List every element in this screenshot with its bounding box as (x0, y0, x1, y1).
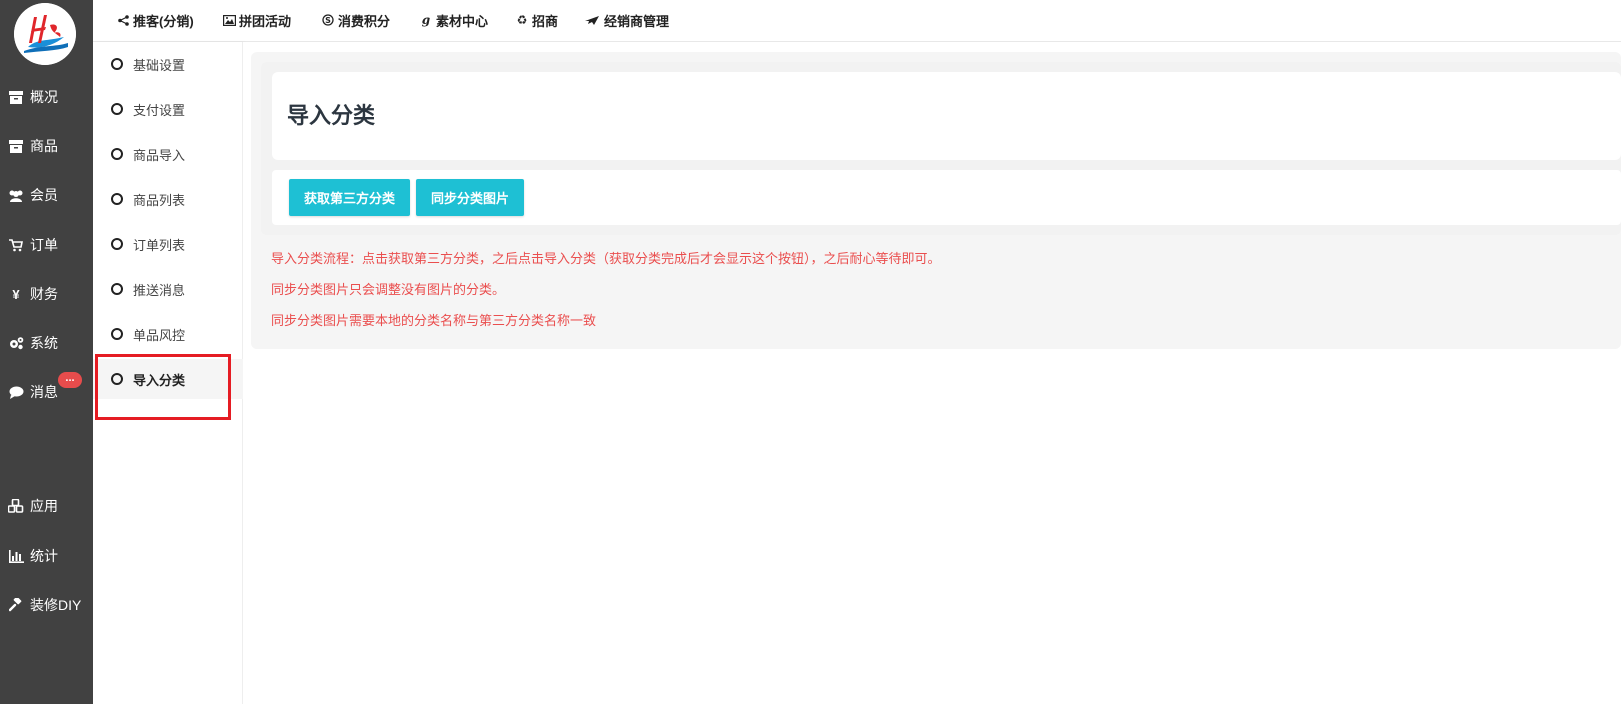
archive-icon (8, 89, 24, 105)
subnav-item-label: 订单列表 (133, 237, 186, 253)
sidebar-item-label: 财务 (30, 286, 58, 302)
circle-icon (111, 148, 123, 160)
topnav-item-label: 推客(分销) (133, 13, 194, 29)
plane-icon (584, 13, 601, 27)
topnav-item-merchants[interactable]: ♻ 招商 (515, 0, 558, 40)
sidebar-item-orders[interactable]: 订单 (0, 230, 93, 260)
topnav-item-points[interactable]: S 消费积分 (321, 0, 390, 40)
topnav-item-label: 经销商管理 (604, 13, 670, 29)
sidebar-item-label: 会员 (30, 187, 58, 203)
circle-icon (111, 193, 123, 205)
recycle-icon: ♻ (516, 13, 528, 27)
subnav-item-label: 单品风控 (133, 327, 186, 343)
gittip-icon: g (421, 13, 431, 27)
sidebar-item-finance[interactable]: ¥ 财务 (0, 279, 93, 309)
topnav-item-distribution[interactable]: 推客(分销) (116, 0, 194, 40)
sidebar-item-statistics[interactable]: 统计 (0, 541, 93, 571)
sidebar-item-label: 装修DIY (30, 597, 82, 613)
subnav-item-label: 基础设置 (133, 57, 186, 73)
subnav-item-label: 支付设置 (133, 102, 186, 118)
note-sync-requirement: 同步分类图片需要本地的分类名称与第三方分类名称一致 (271, 313, 597, 328)
cart-icon (8, 237, 24, 253)
sidebar-item-system[interactable]: 系统 (0, 328, 93, 358)
circle-icon (111, 328, 123, 340)
sync-category-images-button[interactable]: 同步分类图片 (416, 179, 524, 216)
sidebar-item-products[interactable]: 商品 (0, 131, 93, 161)
skype-icon: S (321, 13, 335, 27)
cubes-icon (8, 498, 24, 514)
gavel-icon (8, 597, 24, 613)
subnav-item-label: 商品导入 (133, 147, 186, 163)
sidebar-item-members[interactable]: 会员 (0, 180, 93, 210)
circle-icon (111, 238, 123, 250)
main-sidebar: 概况 商品 会员 订单 ¥ 财务 系统 消息 ... 应用 统计 装修DIY (0, 0, 93, 704)
sidebar-item-label: 统计 (30, 548, 58, 564)
sidebar-item-label: 消息 (30, 384, 58, 400)
sidebar-item-label: 概况 (30, 89, 58, 105)
topnav-item-label: 消费积分 (338, 13, 391, 29)
page-title: 导入分类 (287, 103, 376, 128)
users-icon (8, 187, 24, 203)
yen-icon: ¥ (12, 286, 20, 302)
note-import-flow: 导入分类流程：点击获取第三方分类，之后点击导入分类（获取分类完成后才会显示这个按… (271, 251, 941, 266)
archive-icon (8, 138, 24, 154)
svg-text:S: S (325, 16, 331, 25)
topnav-item-group-buy[interactable]: 拼团活动 (222, 0, 291, 40)
subnav-item-product-import[interactable]: 商品导入 (93, 134, 243, 174)
sidebar-item-label: 商品 (30, 138, 58, 154)
subnav-item-push-messages[interactable]: 推送消息 (93, 269, 243, 309)
subnav-item-product-list[interactable]: 商品列表 (93, 179, 243, 219)
title-card (272, 72, 1621, 160)
highlight-annotation-box (95, 354, 231, 420)
topnav-item-label: 招商 (532, 13, 559, 29)
logo-graphic (14, 3, 76, 65)
image-icon (222, 13, 236, 27)
topnav-item-label: 拼团活动 (239, 13, 292, 29)
subnav-item-label: 商品列表 (133, 192, 186, 208)
circle-icon (111, 103, 123, 115)
subnav-item-payment-settings[interactable]: 支付设置 (93, 89, 243, 129)
subnav-item-order-list[interactable]: 订单列表 (93, 224, 243, 264)
sidebar-item-label: 系统 (30, 335, 58, 351)
brand-logo[interactable] (14, 3, 76, 65)
sidebar-item-apps[interactable]: 应用 (0, 491, 93, 521)
circle-icon (111, 283, 123, 295)
circle-icon (111, 58, 123, 70)
sidebar-item-label: 订单 (30, 237, 58, 253)
subnav-item-risk-control[interactable]: 单品风控 (93, 314, 243, 354)
messages-badge: ... (58, 372, 82, 388)
chat-icon (8, 384, 24, 400)
topnav-item-dealers[interactable]: 经销商管理 (584, 0, 669, 40)
gears-icon (8, 335, 24, 351)
share-icon (116, 13, 130, 27)
topnav-item-materials[interactable]: g 素材中心 (419, 0, 488, 40)
sidebar-item-label: 应用 (30, 498, 58, 514)
subnav-item-label: 推送消息 (133, 282, 186, 298)
sidebar-item-decoration[interactable]: 装修DIY (0, 590, 93, 620)
subnav-item-basic-settings[interactable]: 基础设置 (93, 44, 243, 84)
sidebar-item-overview[interactable]: 概况 (0, 82, 93, 112)
topnav-item-label: 素材中心 (436, 13, 489, 29)
fetch-third-party-categories-button[interactable]: 获取第三方分类 (289, 179, 410, 216)
bar-chart-icon (8, 548, 24, 564)
note-sync-scope: 同步分类图片只会调整没有图片的分类。 (271, 282, 506, 297)
